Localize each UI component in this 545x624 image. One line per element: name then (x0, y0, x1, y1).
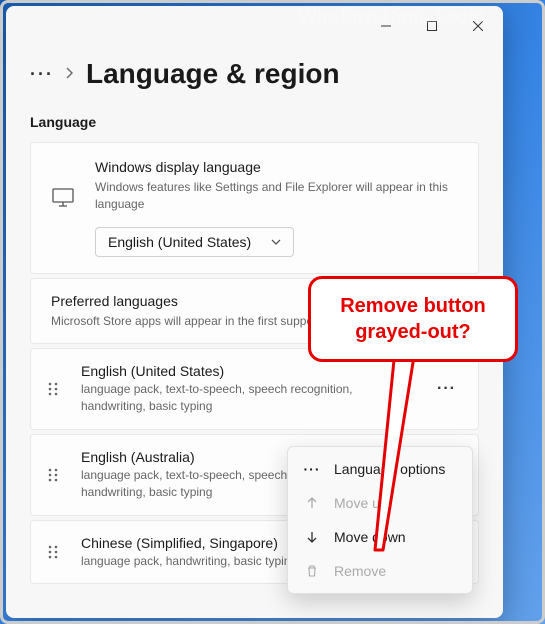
drag-handle-icon[interactable] (47, 467, 63, 483)
breadcrumb-more-icon[interactable]: ··· (30, 64, 54, 85)
watermark-text: WindowsDigital.com (299, 6, 485, 29)
page-title: Language & region (86, 58, 340, 90)
display-language-selected: English (United States) (108, 234, 251, 250)
display-language-dropdown[interactable]: English (United States) (95, 227, 294, 257)
drag-handle-icon[interactable] (47, 381, 63, 397)
language-more-button[interactable]: ··· (431, 374, 462, 404)
display-language-title: Windows display language (95, 159, 458, 175)
arrow-up-icon (304, 495, 320, 511)
chevron-down-icon (271, 239, 281, 245)
more-icon: ··· (304, 461, 320, 477)
annotation-callout: Remove button grayed-out? (308, 276, 518, 362)
trash-icon (304, 563, 320, 579)
language-section-label: Language (30, 114, 479, 130)
drag-handle-icon[interactable] (47, 544, 63, 560)
breadcrumb: ··· Language & region (30, 58, 479, 90)
callout-line2: grayed-out? (355, 321, 471, 343)
chevron-right-icon (66, 66, 74, 82)
monitor-icon (51, 185, 75, 209)
callout-arrow (355, 350, 425, 570)
display-language-desc: Windows features like Settings and File … (95, 179, 458, 213)
arrow-down-icon (304, 529, 320, 545)
callout-line1: Remove button (340, 295, 486, 317)
display-language-card: Windows display language Windows feature… (30, 142, 479, 274)
